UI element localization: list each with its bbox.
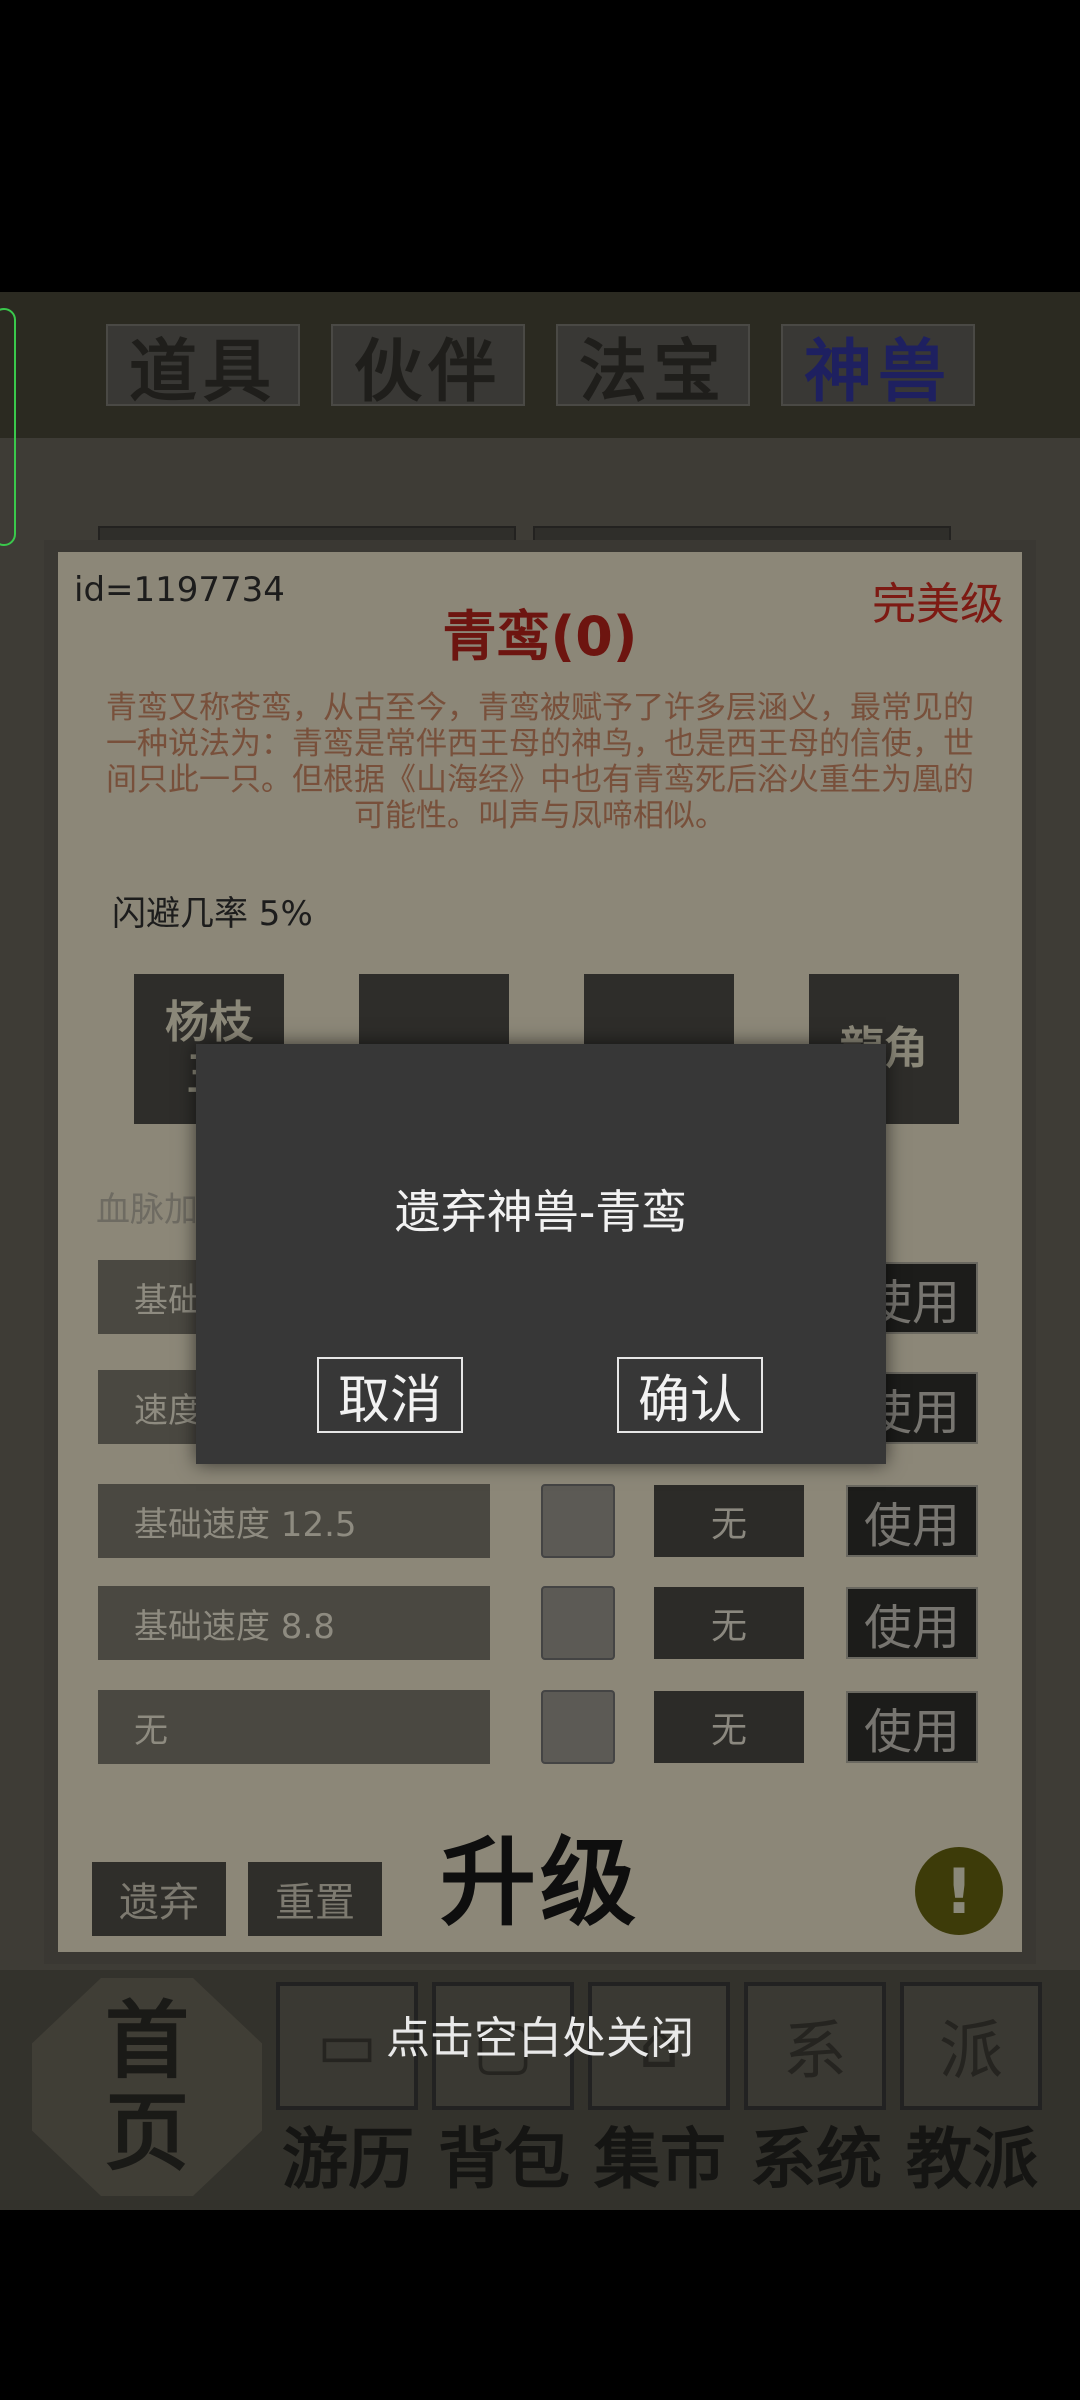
- attribute-row-name: 无: [98, 1690, 490, 1764]
- nav-system[interactable]: 系统: [738, 2114, 894, 2198]
- attribute-row-name: 基础速度 8.8: [98, 1586, 490, 1660]
- attribute-row-state: 无: [654, 1587, 804, 1659]
- discard-dialog: [196, 1044, 886, 1464]
- cancel-button[interactable]: 取消: [317, 1357, 463, 1433]
- nav-bag[interactable]: 背包: [426, 2114, 582, 2198]
- material-slot[interactable]: [541, 1586, 615, 1660]
- nav-travel[interactable]: 游历: [270, 2114, 426, 2198]
- close-hint[interactable]: 点击空白处关闭: [0, 2002, 1080, 2066]
- bloodline-label: 血脉加: [96, 1190, 198, 1230]
- tab-items[interactable]: 道具: [106, 324, 300, 412]
- attribute-row-state: 无: [654, 1691, 804, 1763]
- dialog-title: 遗弃神兽-青鸾: [394, 1185, 688, 1239]
- material-slot[interactable]: [541, 1484, 615, 1558]
- attribute-row-name: 基础速度 12.5: [98, 1484, 490, 1558]
- attribute-row-state: 无: [654, 1485, 804, 1557]
- info-button[interactable]: !: [915, 1847, 1003, 1935]
- use-button[interactable]: 使用: [846, 1587, 978, 1659]
- edge-handle[interactable]: [0, 308, 16, 546]
- tab-treasures[interactable]: 法宝: [556, 324, 750, 412]
- nav-sect[interactable]: 教派: [894, 2114, 1050, 2198]
- use-button[interactable]: 使用: [846, 1485, 978, 1557]
- nav-market[interactable]: 集市: [582, 2114, 738, 2198]
- discard-button[interactable]: 遗弃: [92, 1862, 226, 1936]
- confirm-button[interactable]: 确认: [617, 1357, 763, 1433]
- upgrade-button[interactable]: 升级: [420, 1814, 660, 1939]
- tab-divine-beasts[interactable]: 神兽: [781, 324, 975, 412]
- pet-skill-text: 闪避几率 5%: [112, 894, 313, 934]
- pet-name: 青鸾(0): [442, 605, 638, 668]
- pet-description: 青鸾又称苍鸾，从古至今，青鸾被赋予了许多层涵义，最常见的一种说法为：青鸾是常伴西…: [106, 690, 974, 834]
- material-slot[interactable]: [541, 1690, 615, 1764]
- tab-partners[interactable]: 伙伴: [331, 324, 525, 412]
- use-button[interactable]: 使用: [846, 1691, 978, 1763]
- reset-button[interactable]: 重置: [248, 1862, 382, 1936]
